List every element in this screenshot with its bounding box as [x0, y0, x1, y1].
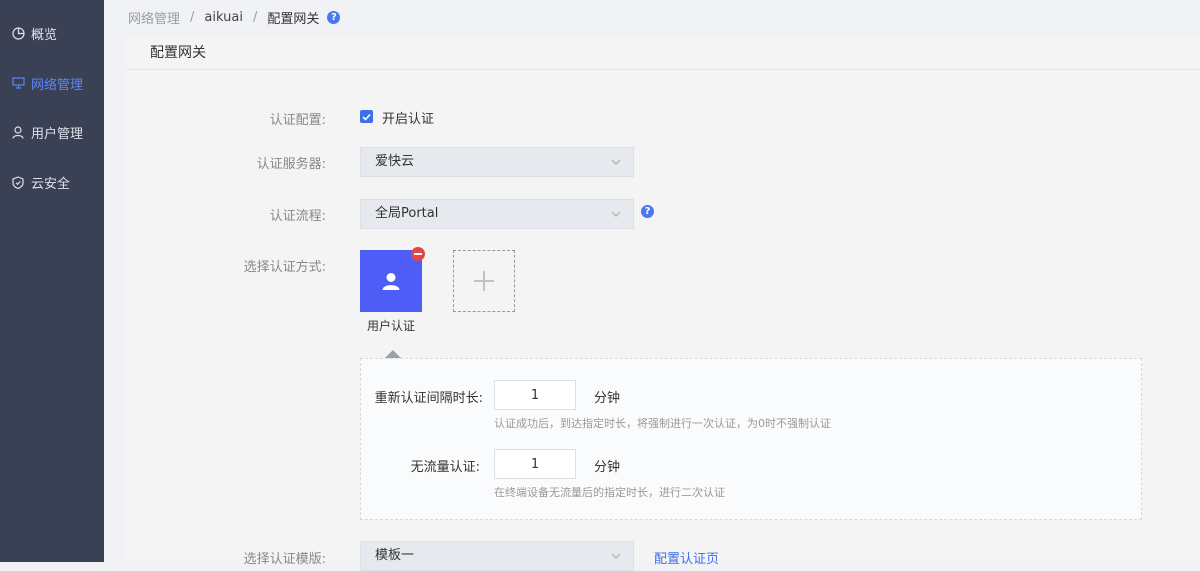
auth-method-label: 选择认证方式:	[243, 260, 326, 275]
auth-server-label: 认证服务器:	[256, 157, 326, 172]
sidebar-item-label: 云安全	[31, 176, 71, 192]
breadcrumb-root[interactable]: 网络管理	[128, 8, 180, 27]
sidebar-item-label: 网络管理	[31, 77, 84, 93]
sidebar-item-overview[interactable]: 概览	[0, 16, 104, 50]
auth-server-select[interactable]: 爱快云	[360, 147, 634, 177]
shield-icon	[11, 175, 25, 189]
breadcrumb-current: 配置网关	[267, 11, 320, 27]
chevron-down-icon	[611, 159, 621, 165]
reauth-interval-input[interactable]	[494, 380, 576, 410]
breadcrumb-separator: /	[190, 9, 195, 25]
reauth-interval-unit: 分钟	[594, 391, 621, 406]
plus-icon	[474, 271, 494, 291]
chevron-down-icon	[611, 553, 621, 559]
user-auth-card-label: 用户认证	[366, 319, 415, 333]
auth-flow-label: 认证流程:	[269, 209, 326, 224]
no-traffic-auth-input[interactable]	[494, 449, 576, 479]
page-title: 配置网关	[126, 36, 1200, 70]
monitor-icon	[11, 76, 25, 90]
remove-auth-method-button[interactable]	[411, 247, 425, 261]
help-icon[interactable]: ?	[641, 205, 654, 218]
enable-auth-label[interactable]: 开启认证	[382, 108, 434, 127]
auth-template-value: 模板一	[375, 548, 415, 563]
pie-chart-icon	[11, 26, 25, 40]
auth-template-label: 选择认证模版:	[243, 552, 326, 567]
chevron-down-icon	[611, 211, 621, 217]
breadcrumb-middle[interactable]: aikuai	[204, 10, 243, 25]
reauth-interval-label: 重新认证间隔时长:	[374, 391, 483, 406]
check-icon	[362, 113, 371, 121]
sidebar-item-label: 概览	[31, 27, 58, 43]
auth-flow-select[interactable]: 全局Portal	[360, 199, 634, 229]
sidebar-item-network[interactable]: 网络管理	[0, 66, 104, 100]
help-icon[interactable]: ?	[327, 10, 341, 24]
breadcrumb-separator: /	[252, 9, 258, 25]
no-traffic-auth-unit: 分钟	[594, 460, 621, 475]
reauth-interval-hint: 认证成功后，到达指定时长，将强制进行一次认证，为0时不强制认证	[494, 417, 831, 430]
auth-flow-value: 全局Portal	[375, 206, 439, 221]
no-traffic-auth-hint: 在终端设备无流量后的指定时长，进行二次认证	[494, 486, 725, 499]
configure-auth-page-link[interactable]: 配置认证页	[654, 548, 719, 567]
user-icon	[11, 125, 25, 139]
sidebar-item-users[interactable]: 用户管理	[0, 115, 104, 149]
user-icon	[382, 273, 400, 290]
auth-template-select[interactable]: 模板一	[360, 541, 634, 571]
auth-settings-panel	[360, 358, 1142, 520]
add-auth-method-button[interactable]	[453, 250, 515, 312]
auth-server-value: 爱快云	[375, 154, 415, 169]
auth-config-label: 认证配置:	[269, 113, 326, 128]
sidebar-item-label: 用户管理	[31, 126, 84, 142]
minus-icon	[414, 253, 422, 255]
sidebar: 概览 网络管理 用户管理 云安全	[0, 0, 104, 562]
no-traffic-auth-label: 无流量认证:	[410, 460, 480, 475]
enable-auth-checkbox[interactable]	[360, 110, 373, 123]
breadcrumb: 网络管理 / aikuai / 配置网关 ?	[104, 0, 1200, 34]
sidebar-item-cloud-security[interactable]: 云安全	[0, 165, 104, 199]
